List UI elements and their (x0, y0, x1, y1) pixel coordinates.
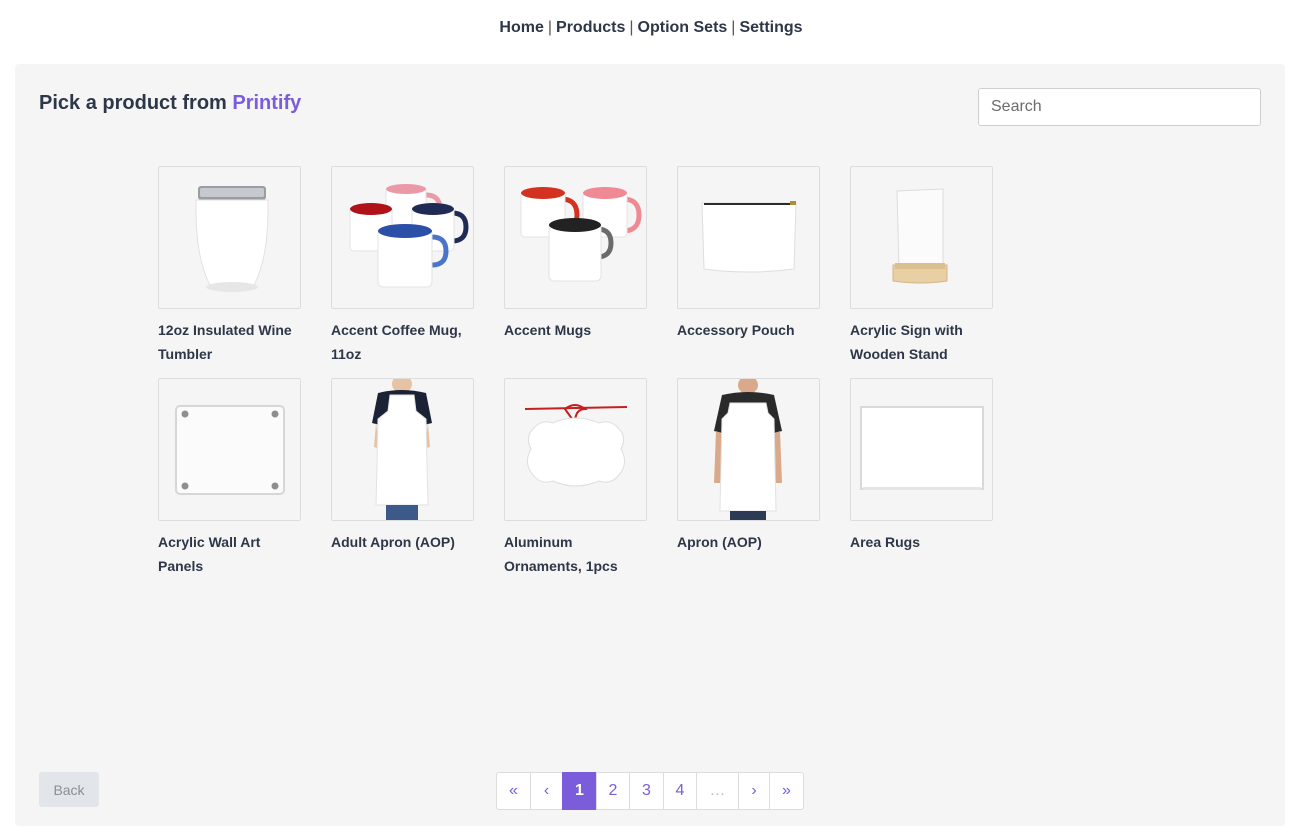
nav-settings-link[interactable]: Settings (739, 19, 802, 36)
top-navigation: Home | Products | Option Sets | Settings (0, 19, 1302, 37)
nav-separator: | (547, 19, 553, 36)
accent-mugs-image (504, 166, 647, 309)
product-name: Accent Mugs (504, 322, 592, 338)
accessory-pouch-image (677, 166, 820, 309)
product-card-aluminum-ornaments[interactable]: Aluminum Ornaments, 1pcs (504, 378, 649, 578)
product-card-acrylic-wall-art[interactable]: Acrylic Wall Art Panels (158, 378, 303, 578)
pagination-first-button[interactable]: « (496, 772, 531, 810)
product-name: Aluminum Ornaments, 1pcs (504, 534, 618, 574)
product-name: Area Rugs (850, 534, 921, 550)
nav-separator: | (629, 19, 634, 36)
wine-tumbler-image (158, 166, 301, 309)
pagination-page-3[interactable]: 3 (629, 772, 664, 810)
product-card-wine-tumbler[interactable]: 12oz Insulated Wine Tumbler (158, 166, 303, 366)
product-card-accessory-pouch[interactable]: Accessory Pouch (677, 166, 822, 342)
product-card-accent-mugs[interactable]: Accent Mugs (504, 166, 649, 342)
nav-products-link[interactable]: Products (556, 19, 625, 36)
pagination-next-button[interactable]: › (738, 772, 770, 810)
product-name: Accent Coffee Mug, 11oz (331, 322, 462, 362)
search-input[interactable] (978, 88, 1261, 126)
acrylic-panel-image (158, 378, 301, 521)
pagination-page-4[interactable]: 4 (663, 772, 697, 810)
product-card-acrylic-sign[interactable]: Acrylic Sign with Wooden Stand (850, 166, 995, 366)
pagination-ellipsis: … (696, 772, 739, 810)
apron-image (677, 378, 820, 521)
pagination-prev-button[interactable]: ‹ (530, 772, 563, 810)
back-button[interactable]: Back (39, 772, 99, 807)
product-card-adult-apron[interactable]: Adult Apron (AOP) (331, 378, 476, 554)
product-picker-panel: Pick a product from Printify 12oz Insula… (15, 64, 1285, 826)
brand-name: Printify (232, 92, 302, 114)
pagination-last-button[interactable]: » (769, 772, 804, 810)
pagination-page-1[interactable]: 1 (562, 772, 597, 810)
product-name: Acrylic Sign with Wooden Stand (850, 322, 963, 362)
ornament-image (504, 378, 647, 521)
accent-coffee-mug-image (331, 166, 474, 309)
pagination: « ‹ 1 2 3 4 … › » (496, 772, 804, 810)
product-name: Accessory Pouch (677, 322, 795, 338)
product-name: Adult Apron (AOP) (331, 534, 455, 550)
nav-option-sets-link[interactable]: Option Sets (638, 19, 728, 36)
product-name: Acrylic Wall Art Panels (158, 534, 261, 574)
product-card-area-rugs[interactable]: Area Rugs (850, 378, 995, 554)
area-rug-image (850, 378, 993, 521)
page-title: Pick a product from Printify (39, 92, 301, 115)
adult-apron-image (331, 378, 474, 521)
pagination-page-2[interactable]: 2 (596, 772, 630, 810)
page-title-prefix: Pick a product from (39, 92, 227, 114)
product-card-apron[interactable]: Apron (AOP) (677, 378, 822, 554)
nav-home-link[interactable]: Home (499, 19, 543, 36)
nav-separator: | (731, 19, 736, 36)
product-card-accent-coffee-mug[interactable]: Accent Coffee Mug, 11oz (331, 166, 476, 366)
product-name: Apron (AOP) (677, 534, 762, 550)
acrylic-sign-image (850, 166, 993, 309)
product-name: 12oz Insulated Wine Tumbler (158, 322, 292, 362)
